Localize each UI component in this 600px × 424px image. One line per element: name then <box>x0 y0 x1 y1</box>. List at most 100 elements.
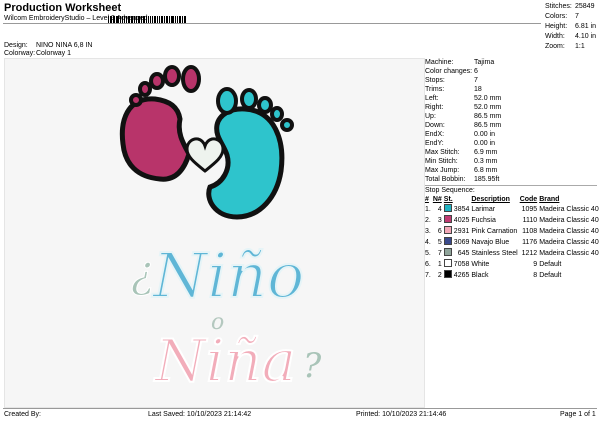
table-row: 7. 2 4265 Black 8 Default <box>425 270 600 281</box>
printed-date: Printed: 10/10/2023 21:14:46 <box>356 411 447 418</box>
table-row: 6. 1 7058 White 9 Default <box>425 259 600 270</box>
top-stat-label: Colors: <box>545 13 568 20</box>
machine-info-label: Min Stitch: <box>425 158 458 165</box>
barcode-bar <box>160 16 164 23</box>
color-swatch-cell <box>443 248 454 259</box>
color-swatch <box>443 204 452 212</box>
machine-info-label: Max Jump: <box>425 167 460 174</box>
color-swatch-cell <box>443 226 454 237</box>
cell-st: 3069 <box>453 238 470 246</box>
color-swatch <box>443 215 452 223</box>
cell-code: 1095 <box>521 205 538 213</box>
cell-needle: 4 <box>437 205 442 213</box>
top-stat-value: 6.81 in <box>575 23 597 30</box>
design-value: NINO NINA 6,8 IN <box>36 42 93 49</box>
column-header: N# <box>432 196 442 203</box>
barcode-bar <box>149 16 152 23</box>
design-preview: ¿ Niño o Niña ? <box>4 58 425 408</box>
barcode-bar <box>134 16 136 23</box>
cell-desc: Navajo Blue <box>471 238 510 246</box>
colorway-row: Colorway:Colorway 1 <box>4 50 71 57</box>
barcode-bar <box>164 16 166 23</box>
cell-desc: Larimar <box>471 205 496 213</box>
barcode-bar <box>172 16 175 23</box>
machine-info-row: Left: 52.0 mm <box>425 94 597 103</box>
machine-info-label: EndX: <box>425 131 445 138</box>
cell-st: 4265 <box>453 271 470 279</box>
machine-info-value: 52.0 mm <box>474 104 502 111</box>
machine-info-row: Min Stitch: 0.3 mm <box>425 157 597 166</box>
table-row: 3. 6 2931 Pink Carnation 1108 Madeira Classic… <box>425 226 600 237</box>
table-row: 4. 5 3069 Navajo Blue 1176 Madeira Classic 40 <box>425 237 600 248</box>
page-number: Page 1 of 1 <box>560 411 596 418</box>
created-by: Created By: <box>4 411 41 418</box>
cell-desc: Pink Carnation <box>471 227 518 235</box>
barcode-bar <box>147 16 149 23</box>
colorway-value: Colorway 1 <box>36 50 72 57</box>
machine-info-label: Down: <box>425 122 445 129</box>
machine-info-value: 86.5 mm <box>474 122 502 129</box>
top-stat-value: 7 <box>575 13 579 20</box>
color-swatch <box>443 237 452 245</box>
column-header: # <box>425 196 429 203</box>
machine-info-row: Down: 86.5 mm <box>425 121 597 130</box>
top-stat-label: Height: <box>545 23 568 30</box>
footer-divider <box>3 408 597 409</box>
barcode-bar <box>168 16 170 23</box>
barcode-bar <box>108 16 109 23</box>
top-stat-row: Stitches: 25849 <box>545 2 596 12</box>
top-stat-row: Height: 6.81 in <box>545 22 596 32</box>
cell-desc: White <box>471 260 490 268</box>
table-row: 1. 4 3854 Larimar 1095 Madeira Classic 40 <box>425 204 600 215</box>
question-close-glyph: ? <box>303 346 322 386</box>
barcode-bar <box>178 16 182 23</box>
cell-needle: 5 <box>437 238 442 246</box>
cell-needle: 3 <box>437 216 442 224</box>
cell-desc: Stainless Steel <box>471 249 518 257</box>
barcode <box>108 16 186 23</box>
machine-info-value: 52.0 mm <box>474 95 502 102</box>
top-stat-label: Width: <box>545 33 565 40</box>
cell-brand: Madeira Classic 40 <box>539 249 599 257</box>
machine-info-label: Trims: <box>425 86 445 93</box>
design-name-row: Design: NINO NINA 6,8 IN <box>4 42 92 49</box>
column-header: Brand <box>539 196 560 203</box>
barcode-bar <box>109 16 112 23</box>
cell-code: 1108 <box>522 227 538 235</box>
machine-info-panel: Machine: Tajima Color changes: 6 Stops: 7 Trim… <box>425 58 600 281</box>
cell-num: 2. <box>425 216 431 224</box>
color-swatch-cell <box>443 237 454 248</box>
barcode-bar <box>182 16 184 23</box>
question-open-glyph: ¿ <box>131 247 155 298</box>
worksheet-title: Production Worksheet <box>4 2 122 14</box>
barcode-bar <box>126 16 128 23</box>
machine-info-label: Max Stitch: <box>425 149 460 156</box>
cell-num: 6. <box>425 260 431 268</box>
machine-info-row: Max Stitch: 6.9 mm <box>425 148 597 157</box>
barcode-bar <box>124 16 126 23</box>
top-stat-row: Zoom: 1:1 <box>545 42 596 52</box>
machine-info-row: Up: 86.5 mm <box>425 112 597 121</box>
barcode-bar <box>114 16 116 23</box>
machine-info-label: Right: <box>425 104 444 111</box>
column-header: Code <box>519 196 538 203</box>
last-saved: Last Saved: 10/10/2023 21:14:42 <box>148 411 252 418</box>
top-stat-row: Colors: 7 <box>545 12 596 22</box>
machine-info-row: Machine: Tajima <box>425 58 597 67</box>
barcode-bar <box>166 16 168 23</box>
stop-sequence-table: # N# St. Description Code Brand 1. 4 3854 Larima… <box>425 195 600 281</box>
cell-num: 7. <box>425 271 431 279</box>
cell-st: 645 <box>457 249 470 257</box>
barcode-bar <box>170 16 172 23</box>
color-swatch <box>443 226 452 234</box>
cell-brand: Madeira Classic 40 <box>539 238 599 246</box>
barcode-bar <box>158 16 160 23</box>
top-stat-label: Zoom: <box>545 43 565 50</box>
machine-info-value: 0.3 mm <box>474 158 498 165</box>
column-header: Description <box>471 196 510 203</box>
cell-num: 1. <box>425 205 431 213</box>
top-stat-label: Stitches: <box>545 3 572 10</box>
machine-info-label: Machine: <box>425 59 454 66</box>
left-foot <box>119 65 201 182</box>
cell-desc: Black <box>471 271 489 279</box>
